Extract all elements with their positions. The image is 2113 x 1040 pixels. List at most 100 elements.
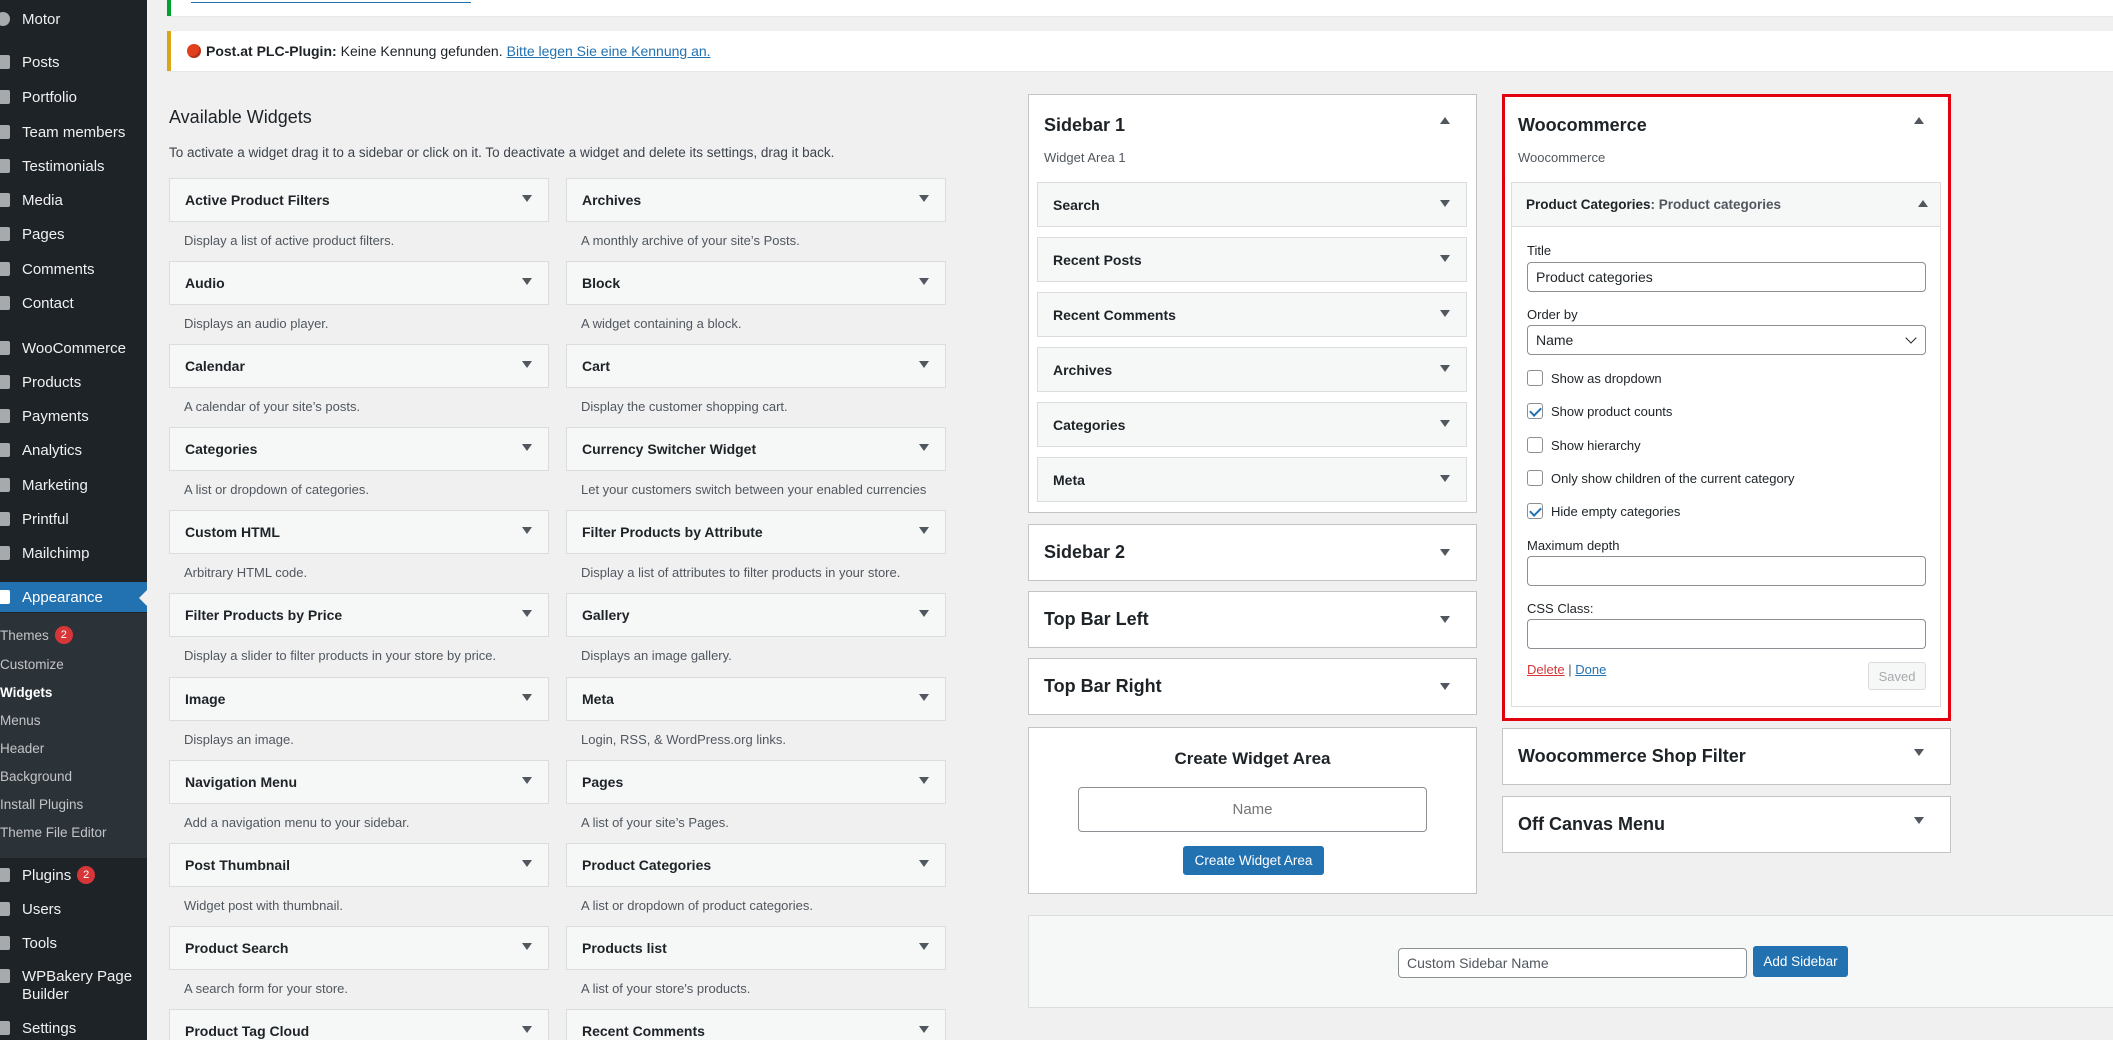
css-class-input[interactable] (1527, 619, 1926, 649)
triangle-down-icon[interactable] (919, 610, 929, 617)
available-widget[interactable]: Image (169, 677, 549, 721)
triangle-down-icon[interactable] (1914, 817, 1924, 824)
triangle-down-icon[interactable] (1440, 549, 1450, 556)
sidebar-widget[interactable]: Categories (1037, 402, 1467, 447)
available-widget[interactable]: Pages (566, 760, 946, 804)
admin-menu-item[interactable]: Portfolio (0, 82, 147, 112)
triangle-down-icon[interactable] (1440, 200, 1450, 207)
checkbox[interactable] (1527, 403, 1543, 419)
sidebar-widget[interactable]: Meta (1037, 457, 1467, 502)
available-widget[interactable]: Recent Comments (566, 1009, 946, 1040)
appearance-submenu-item[interactable]: Menus (0, 707, 147, 733)
available-widget[interactable]: Cart (566, 344, 946, 388)
available-widget[interactable]: Product Tag Cloud (169, 1009, 549, 1040)
appearance-submenu-item[interactable]: Header (0, 735, 147, 761)
admin-menu-item[interactable]: Printful (0, 504, 147, 534)
triangle-down-icon[interactable] (919, 527, 929, 534)
triangle-down-icon[interactable] (522, 777, 532, 784)
done-link[interactable]: Done (1575, 662, 1606, 677)
available-widget[interactable]: Meta (566, 677, 946, 721)
triangle-down-icon[interactable] (1440, 310, 1450, 317)
checkbox-row[interactable]: Show product counts (1527, 402, 1672, 420)
admin-menu-item[interactable]: WPBakery Page Builder (0, 966, 147, 1006)
available-widget[interactable]: Products list (566, 926, 946, 970)
saved-button[interactable]: Saved (1868, 662, 1926, 690)
triangle-down-icon[interactable] (522, 860, 532, 867)
triangle-down-icon[interactable] (522, 694, 532, 701)
appearance-submenu-item[interactable]: Customize (0, 651, 147, 677)
checkbox[interactable] (1527, 437, 1543, 453)
triangle-down-icon[interactable] (1440, 616, 1450, 623)
collapse-caret-icon[interactable] (1440, 117, 1450, 124)
delete-link[interactable]: Delete (1527, 662, 1565, 677)
admin-menu-item[interactable]: Payments (0, 401, 147, 431)
triangle-down-icon[interactable] (522, 1026, 532, 1033)
available-widget[interactable]: Currency Switcher Widget (566, 427, 946, 471)
triangle-down-icon[interactable] (1440, 255, 1450, 262)
available-widget[interactable]: Filter Products by Attribute (566, 510, 946, 554)
available-widget[interactable]: Product Categories (566, 843, 946, 887)
triangle-down-icon[interactable] (919, 278, 929, 285)
collapsed-sidebar-panel[interactable]: Off Canvas Menu (1502, 796, 1951, 853)
appearance-submenu-item[interactable]: Widgets (0, 679, 147, 705)
checkbox[interactable] (1527, 470, 1543, 486)
notice-link[interactable] (191, 0, 471, 3)
triangle-down-icon[interactable] (919, 777, 929, 784)
appearance-submenu-item[interactable]: Background (0, 763, 147, 789)
available-widget[interactable]: Custom HTML (169, 510, 549, 554)
collapsed-sidebar-panel[interactable]: Sidebar 2 (1028, 524, 1477, 581)
admin-menu-item[interactable]: Appearance (0, 582, 147, 612)
sidebar-widget[interactable]: Recent Posts (1037, 237, 1467, 282)
collapsed-sidebar-panel[interactable]: Top Bar Left (1028, 591, 1477, 648)
triangle-down-icon[interactable] (522, 278, 532, 285)
available-widget[interactable]: Active Product Filters (169, 178, 549, 222)
sidebar-widget[interactable]: Recent Comments (1037, 292, 1467, 337)
widget-area-name-input[interactable] (1078, 787, 1427, 832)
available-widget[interactable]: Archives (566, 178, 946, 222)
triangle-down-icon[interactable] (1440, 365, 1450, 372)
admin-menu-item[interactable]: Products (0, 367, 147, 397)
collapsed-sidebar-panel[interactable]: Top Bar Right (1028, 658, 1477, 715)
checkbox-row[interactable]: Only show children of the current catego… (1527, 469, 1795, 487)
sidebar-widget[interactable]: Search (1037, 182, 1467, 227)
triangle-down-icon[interactable] (522, 195, 532, 202)
admin-menu-item[interactable]: Plugins 2 (0, 860, 147, 890)
appearance-submenu-item[interactable]: Themes 2 (0, 622, 147, 648)
admin-menu-item[interactable]: Mailchimp (0, 538, 147, 568)
title-input[interactable]: Product categories (1527, 262, 1926, 292)
admin-menu-item[interactable]: Users (0, 894, 147, 924)
triangle-down-icon[interactable] (919, 694, 929, 701)
checkbox[interactable] (1527, 370, 1543, 386)
appearance-submenu-item[interactable]: Theme File Editor (0, 819, 147, 845)
admin-menu-item[interactable]: Tools (0, 928, 147, 958)
admin-menu-item[interactable]: Settings (0, 1013, 147, 1040)
triangle-down-icon[interactable] (1440, 420, 1450, 427)
available-widget[interactable]: Product Search (169, 926, 549, 970)
create-widget-area-button[interactable]: Create Widget Area (1183, 846, 1324, 875)
triangle-down-icon[interactable] (919, 444, 929, 451)
admin-menu-item[interactable]: Posts (0, 47, 147, 77)
triangle-down-icon[interactable] (919, 943, 929, 950)
collapsed-sidebar-panel[interactable]: Woocommerce Shop Filter (1502, 728, 1951, 785)
admin-menu-item[interactable]: Media (0, 185, 147, 215)
checkbox-row[interactable]: Show as dropdown (1527, 369, 1662, 387)
triangle-down-icon[interactable] (522, 610, 532, 617)
triangle-down-icon[interactable] (522, 444, 532, 451)
triangle-down-icon[interactable] (1440, 475, 1450, 482)
triangle-down-icon[interactable] (919, 195, 929, 202)
admin-menu-item[interactable]: Motor (0, 4, 147, 34)
triangle-down-icon[interactable] (1914, 749, 1924, 756)
custom-sidebar-name-input[interactable]: Custom Sidebar Name (1398, 948, 1747, 978)
triangle-down-icon[interactable] (522, 361, 532, 368)
triangle-down-icon[interactable] (522, 943, 532, 950)
orderby-select[interactable]: Name (1527, 325, 1926, 355)
available-widget[interactable]: Calendar (169, 344, 549, 388)
triangle-down-icon[interactable] (1440, 683, 1450, 690)
add-sidebar-button[interactable]: Add Sidebar (1753, 946, 1848, 977)
admin-menu-item[interactable]: Team members (0, 117, 147, 147)
checkbox[interactable] (1527, 503, 1543, 519)
notice-plc-link[interactable]: Bitte legen Sie eine Kennung an. (507, 43, 711, 59)
available-widget[interactable]: Audio (169, 261, 549, 305)
available-widget[interactable]: Post Thumbnail (169, 843, 549, 887)
sidebar-1-title[interactable]: Sidebar 1 (1044, 115, 1125, 136)
